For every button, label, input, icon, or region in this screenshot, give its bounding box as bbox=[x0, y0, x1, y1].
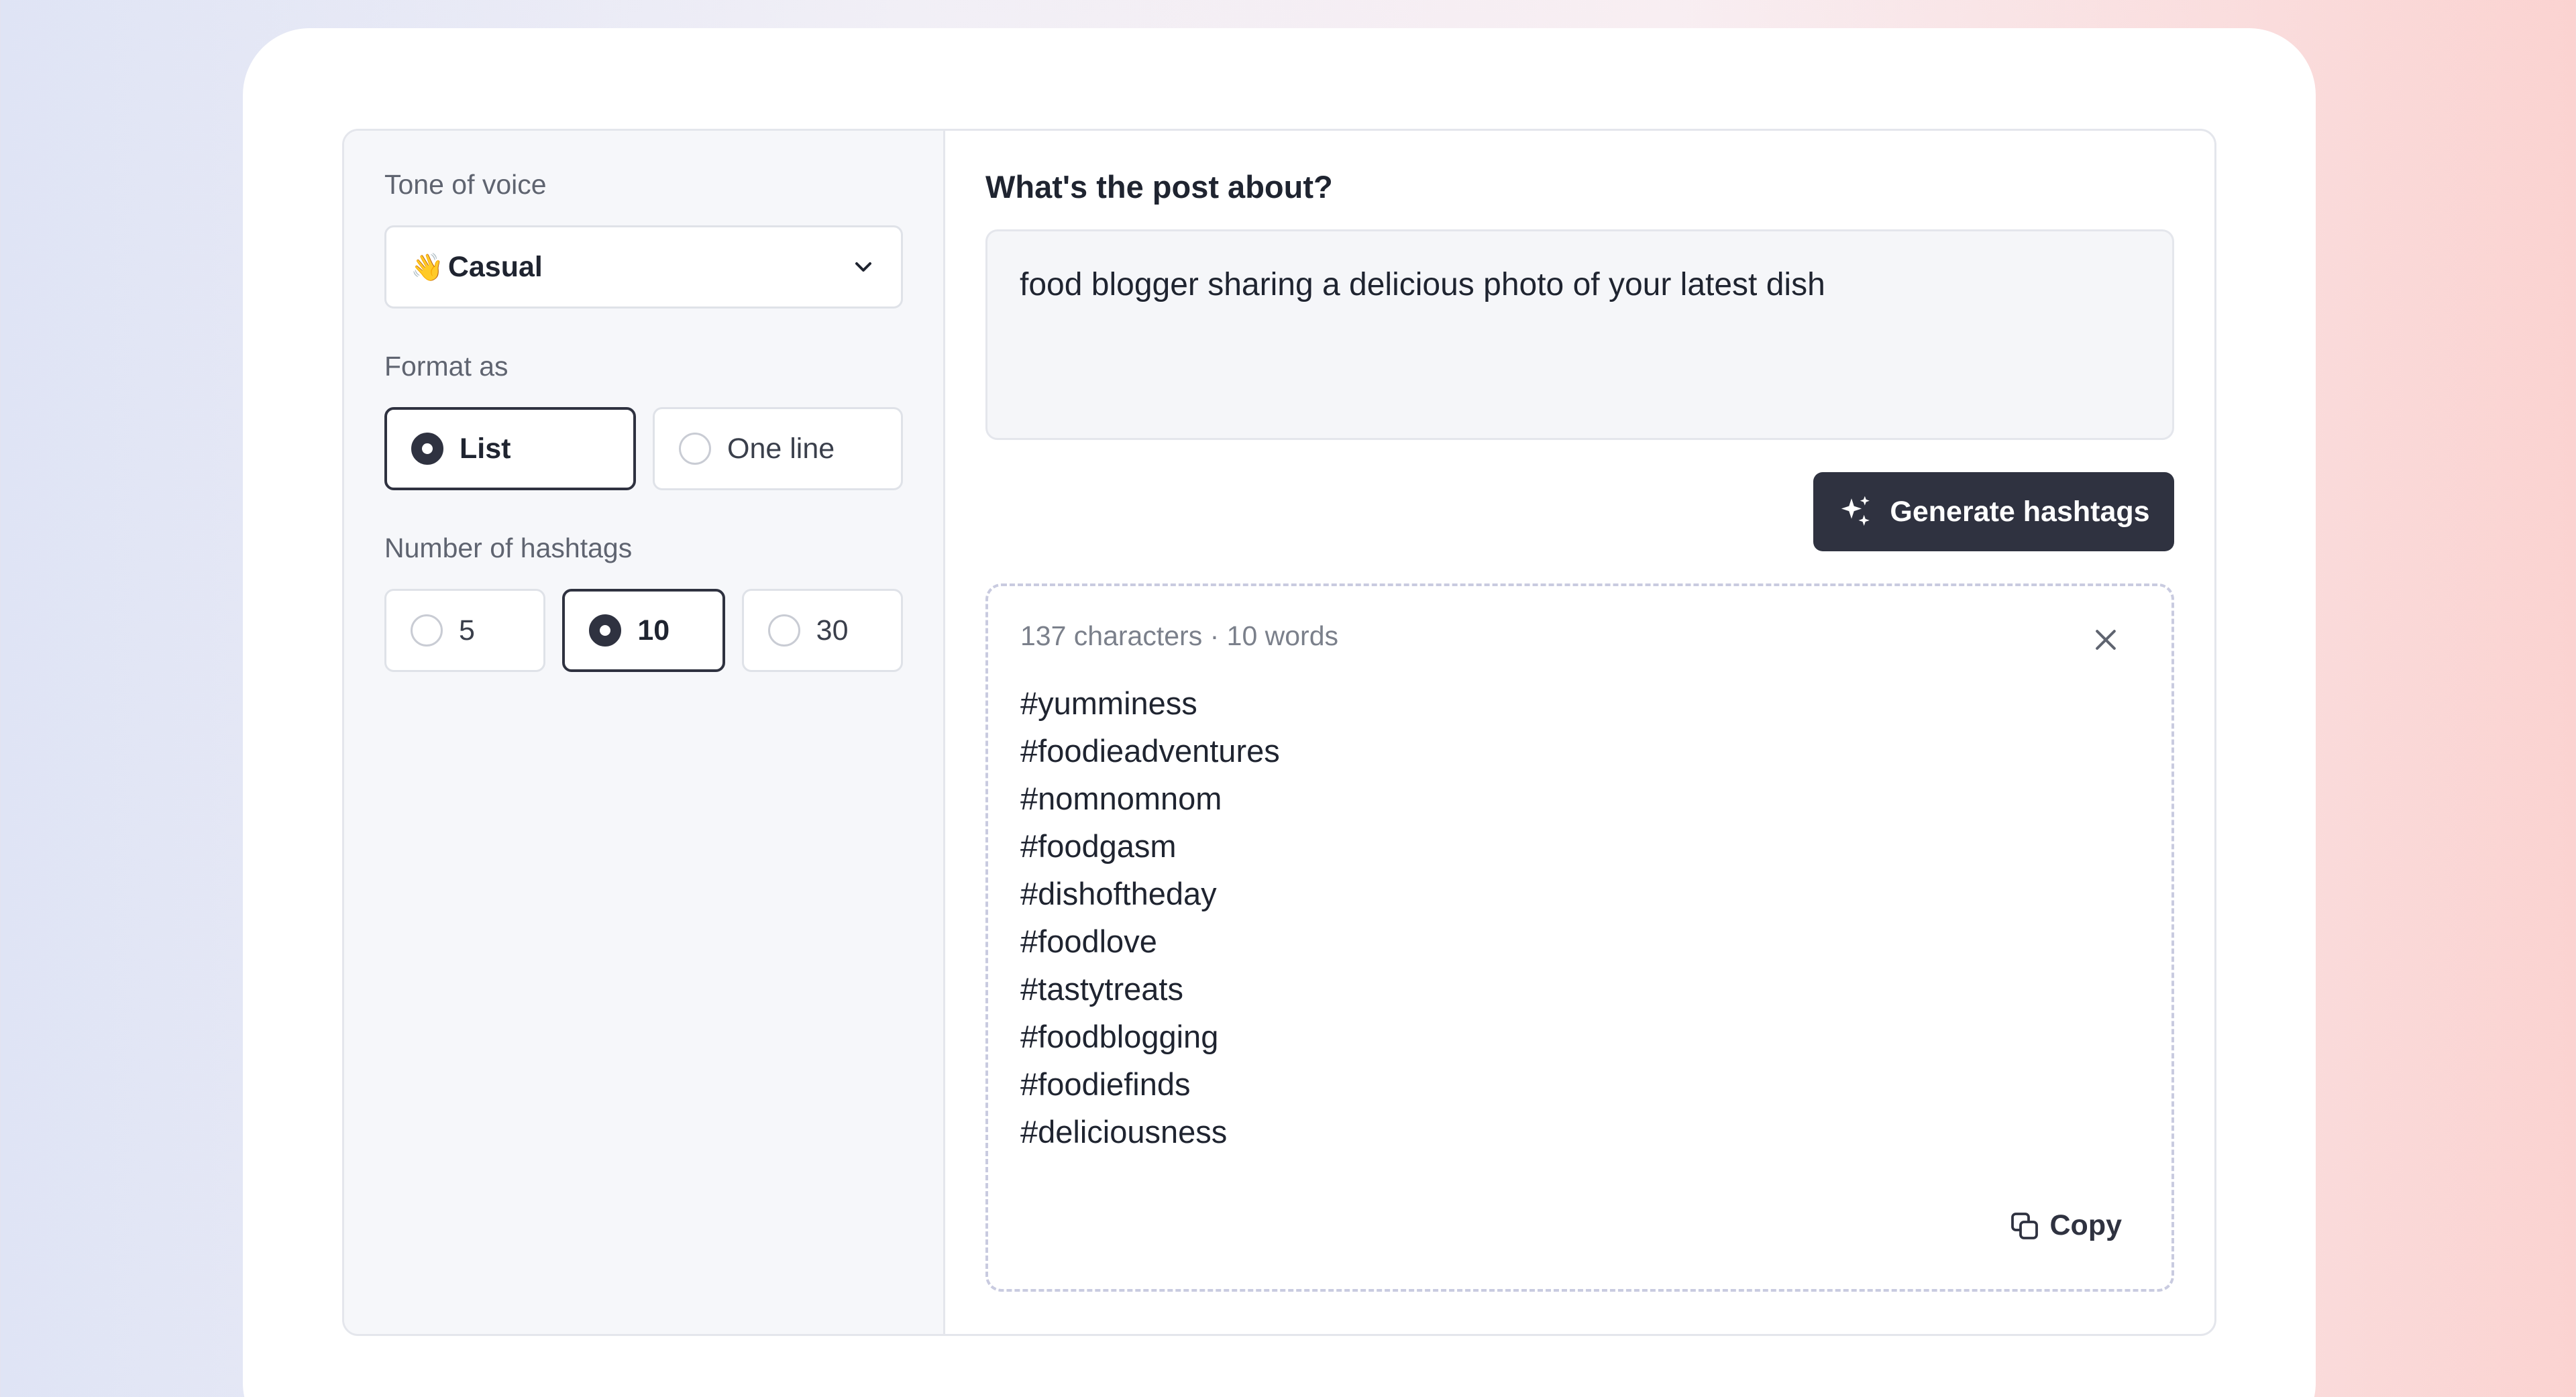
radio-unselected bbox=[679, 433, 711, 465]
tone-value-text: Casual bbox=[447, 250, 543, 283]
hashtag-item: #yumminess bbox=[1020, 685, 1197, 721]
prompt-title: What's the post about? bbox=[985, 169, 1333, 205]
count-option-label: 5 bbox=[459, 614, 475, 647]
count-option-label: 30 bbox=[816, 614, 849, 647]
hashtag-item: #nomnomnom bbox=[1020, 781, 1222, 816]
hashtag-item: #dishoftheday bbox=[1020, 876, 1217, 911]
format-option-label: One line bbox=[727, 432, 835, 465]
count-options: 5 10 30 bbox=[384, 589, 903, 672]
hashtag-item: #tastytreats bbox=[1020, 971, 1183, 1007]
result-meta: 137 characters · 10 words bbox=[1020, 620, 1339, 651]
generate-hashtags-button[interactable]: Generate hashtags bbox=[1813, 472, 2174, 551]
hashtag-item: #foodblogging bbox=[1020, 1019, 1219, 1054]
count-option-label: 10 bbox=[637, 614, 670, 647]
generate-label: Generate hashtags bbox=[1890, 495, 2150, 528]
sparkles-icon bbox=[1841, 496, 1870, 526]
hashtag-item: #foodlove bbox=[1020, 924, 1157, 959]
count-label: Number of hashtags bbox=[384, 533, 633, 563]
generate-row: Generate hashtags bbox=[985, 472, 2174, 551]
chevron-down-icon bbox=[855, 262, 871, 272]
content-panel: What's the post about? food blogger shar… bbox=[945, 131, 2214, 1334]
hashtag-list: #yumminess #foodieadventures #nomnomnom … bbox=[1020, 679, 2139, 1156]
prompt-textarea[interactable]: food blogger sharing a delicious photo o… bbox=[985, 229, 2174, 440]
hashtag-item: #foodgasm bbox=[1020, 828, 1177, 864]
radio-selected bbox=[411, 433, 443, 465]
count-option-10[interactable]: 10 bbox=[562, 589, 725, 672]
close-icon[interactable] bbox=[2091, 625, 2121, 655]
format-option-list[interactable]: List bbox=[384, 407, 636, 490]
tone-selected-value: 👋 Casual bbox=[411, 251, 543, 284]
copy-label: Copy bbox=[2049, 1209, 2123, 1241]
tone-select[interactable]: 👋 Casual bbox=[384, 225, 903, 309]
format-option-one-line[interactable]: One line bbox=[653, 407, 903, 490]
radio-selected bbox=[589, 614, 622, 647]
settings-panel: Tone of voice 👋 Casual Format as List On… bbox=[344, 131, 945, 1334]
waving-hand-emoji: 👋 bbox=[411, 252, 444, 282]
hashtag-generator: Tone of voice 👋 Casual Format as List On… bbox=[342, 129, 2216, 1336]
hashtag-item: #foodiefinds bbox=[1020, 1066, 1191, 1102]
count-option-30[interactable]: 30 bbox=[741, 589, 903, 672]
hashtag-item: #foodieadventures bbox=[1020, 733, 1280, 769]
format-options: List One line bbox=[384, 407, 903, 490]
copy-icon bbox=[2010, 1212, 2038, 1239]
result-box: 137 characters · 10 words #yumminess #fo… bbox=[985, 583, 2174, 1292]
radio-unselected bbox=[767, 614, 800, 647]
format-label: Format as bbox=[384, 351, 508, 382]
format-option-label: List bbox=[460, 432, 511, 465]
count-option-5[interactable]: 5 bbox=[384, 589, 546, 672]
copy-button[interactable]: Copy bbox=[2008, 1209, 2123, 1242]
tone-label: Tone of voice bbox=[384, 169, 547, 200]
radio-unselected bbox=[411, 614, 443, 647]
hashtag-item: #deliciousness bbox=[1020, 1114, 1228, 1150]
